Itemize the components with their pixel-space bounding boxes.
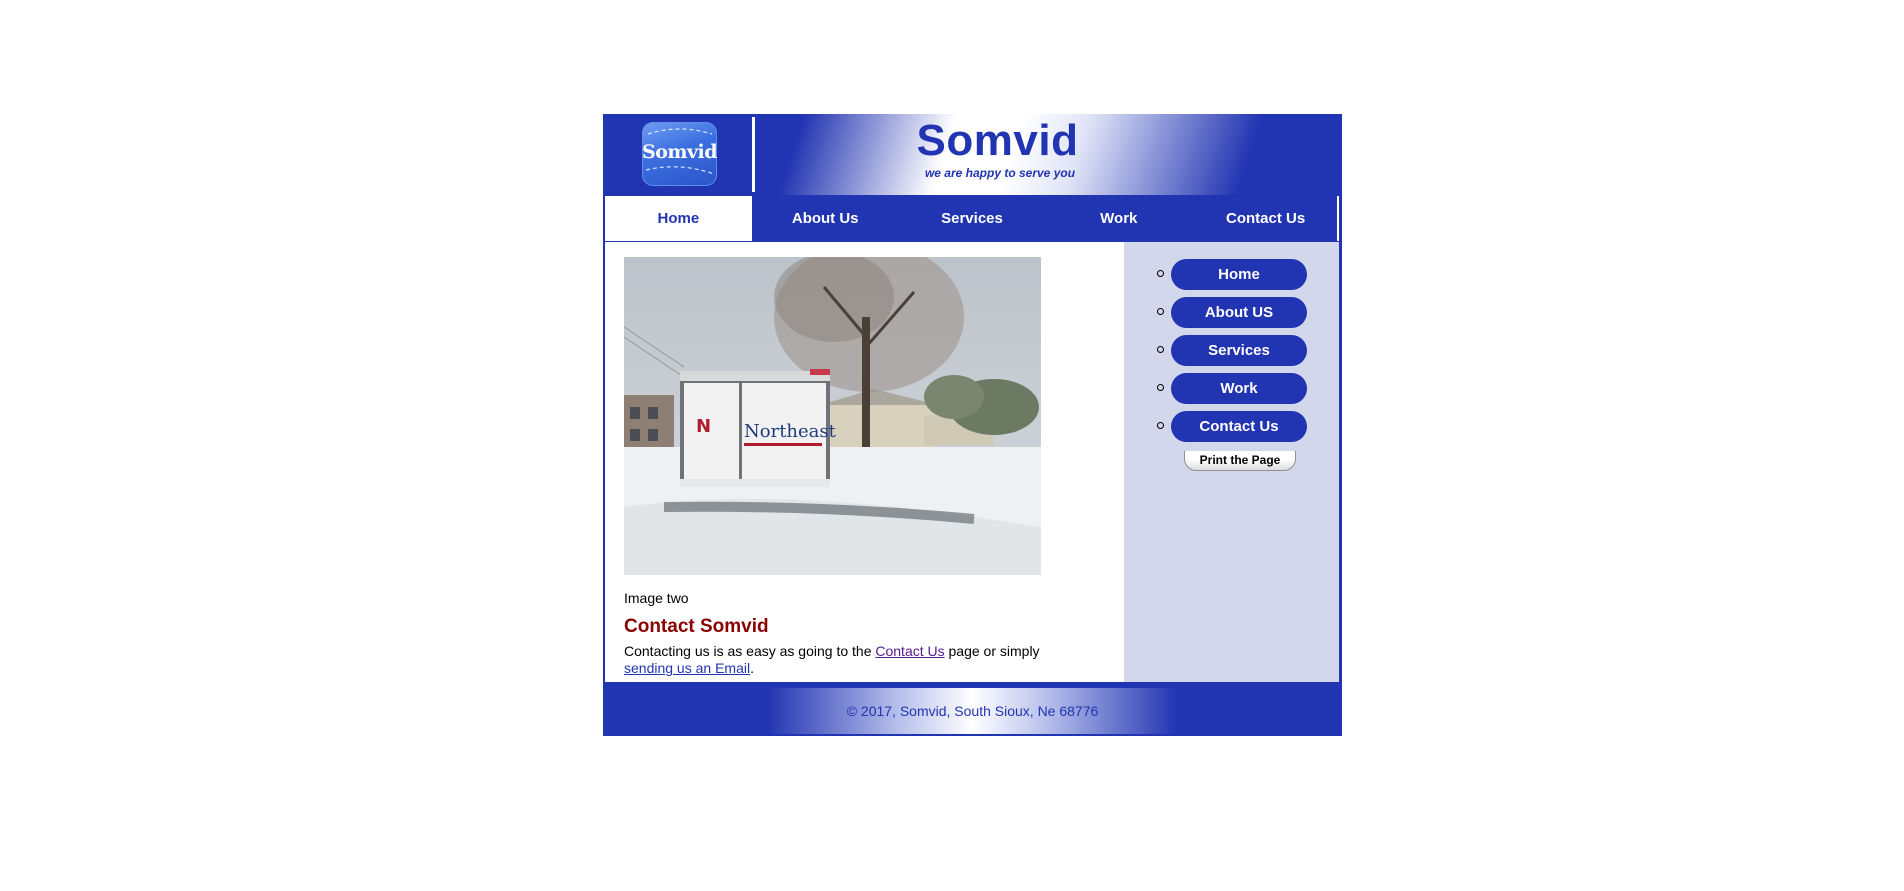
- bullet-icon: [1157, 308, 1164, 315]
- photo-illustration: N Northeast: [624, 257, 1041, 575]
- footer: © 2017, Somvid, South Sioux, Ne 68776: [605, 688, 1340, 734]
- header: Somvid Somvid we are happy to serve you: [603, 114, 1342, 195]
- logo-text: Somvid: [642, 141, 717, 163]
- email-link[interactable]: sending us an Email: [624, 660, 750, 676]
- page-container: Somvid Somvid we are happy to serve you …: [603, 114, 1342, 736]
- sidebar-item-contact-us[interactable]: Contact Us: [1171, 411, 1307, 442]
- contact-text-after: .: [750, 660, 754, 676]
- image-caption: Image two: [624, 590, 689, 606]
- sidebar-item-services[interactable]: Services: [1171, 335, 1307, 366]
- bullet-icon: [1157, 422, 1164, 429]
- sidebar: Home About US Services Work Contact Us P…: [1124, 242, 1339, 682]
- svg-text:Northeast: Northeast: [744, 421, 837, 442]
- top-nav: Home About Us Services Work Contact Us: [605, 196, 1339, 241]
- sidebar-item-work[interactable]: Work: [1171, 373, 1307, 404]
- contact-paragraph: Contacting us is as easy as going to the…: [624, 643, 1084, 677]
- nav-item-services[interactable]: Services: [899, 196, 1046, 241]
- nav-item-work[interactable]: Work: [1045, 196, 1192, 241]
- contact-heading: Contact Somvid: [624, 616, 769, 637]
- bullet-icon: [1157, 270, 1164, 277]
- contact-us-link[interactable]: Contact Us: [875, 643, 944, 659]
- svg-text:N: N: [696, 416, 711, 437]
- sidebar-item-about-us[interactable]: About US: [1171, 297, 1307, 328]
- contact-text-middle: page or simply: [944, 643, 1040, 659]
- site-tagline: we are happy to serve you: [924, 166, 1076, 180]
- bullet-icon: [1157, 384, 1164, 391]
- nav-divider: [1337, 196, 1339, 241]
- nav-item-home[interactable]: Home: [605, 196, 752, 241]
- print-page-button[interactable]: Print the Page: [1184, 451, 1296, 471]
- footer-copyright: © 2017, Somvid, South Sioux, Ne 68776: [846, 703, 1099, 719]
- site-logo[interactable]: Somvid: [642, 122, 717, 186]
- logo-cell: Somvid: [603, 114, 753, 195]
- banner: Somvid we are happy to serve you: [755, 114, 1342, 195]
- contact-text-before: Contacting us is as easy as going to the: [624, 643, 876, 659]
- site-title: Somvid: [916, 116, 1079, 165]
- sidebar-item-home[interactable]: Home: [1171, 259, 1307, 290]
- nav-item-contact-us[interactable]: Contact Us: [1192, 196, 1339, 241]
- snowy-sign-photo: N Northeast: [624, 257, 1041, 575]
- nav-item-about-us[interactable]: About Us: [752, 196, 899, 241]
- main-content: N Northeast Image two Contact Somvid Con…: [605, 242, 1124, 682]
- bullet-icon: [1157, 346, 1164, 353]
